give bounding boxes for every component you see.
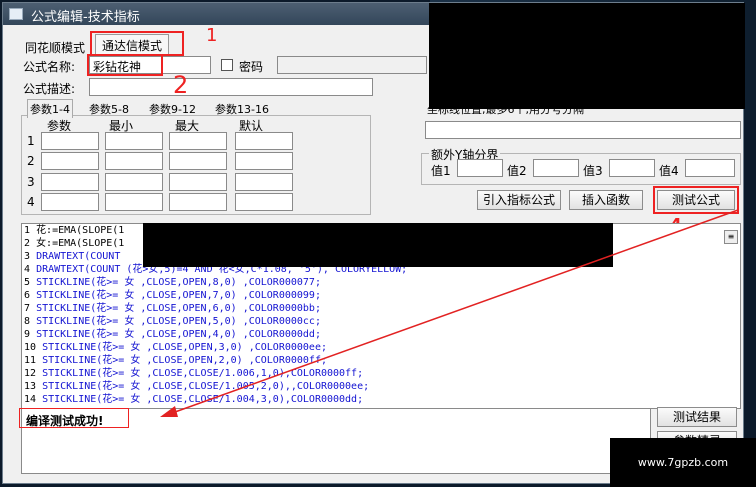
code-line: 10 STICKLINE(花>= 女 ,CLOSE,OPEN,3,0) ,COL…	[24, 342, 327, 353]
code-line: 3 DRAWTEXT(COUNT	[24, 251, 121, 262]
test-result-button[interactable]: 测试结果	[657, 407, 737, 427]
param-cell[interactable]	[105, 132, 163, 150]
formula-desc-input[interactable]	[89, 78, 373, 96]
y-value-2-input[interactable]	[533, 159, 579, 177]
param-cell[interactable]	[235, 152, 293, 170]
tab-label: 参数13-16	[215, 103, 269, 116]
y-value-4-label: 值4	[659, 164, 679, 178]
y-value-3-label: 值3	[583, 164, 603, 178]
code-line: 1 花:=EMA(SLOPE(1	[24, 225, 125, 236]
param-tab-1-4[interactable]: 参数1-4	[27, 99, 73, 118]
redacted-area-top	[429, 3, 745, 109]
code-line: 12 STICKLINE(花>= 女 ,CLOSE,CLOSE/1.006,1,…	[24, 368, 364, 379]
param-tab-5-8[interactable]: 参数5-8	[87, 100, 131, 118]
tab-label: 参数9-12	[149, 103, 196, 116]
code-line: 11 STICKLINE(花>= 女 ,CLOSE,OPEN,2,0) ,COL…	[24, 355, 327, 366]
formula-name-label: 公式名称:	[23, 60, 76, 74]
code-line: 14 STICKLINE(花>= 女 ,CLOSE,CLOSE/1.004,3,…	[24, 394, 364, 405]
code-line: 13 STICKLINE(花>= 女 ,CLOSE,CLOSE/1.005,2,…	[24, 381, 370, 392]
annotation-box-1	[90, 31, 184, 56]
y-value-1-label: 值1	[431, 164, 451, 178]
code-line: 6 STICKLINE(花>= 女 ,CLOSE,OPEN,7,0) ,COLO…	[24, 290, 321, 301]
password-input[interactable]	[277, 56, 427, 74]
app-icon	[9, 8, 23, 20]
param-cell[interactable]	[41, 152, 99, 170]
insert-function-button[interactable]: 插入函数	[569, 190, 643, 210]
param-cell[interactable]	[169, 152, 227, 170]
password-checkbox[interactable]	[221, 59, 233, 71]
param-cell[interactable]	[169, 173, 227, 191]
param-cell[interactable]	[41, 193, 99, 211]
param-cell[interactable]	[105, 193, 163, 211]
param-cell[interactable]	[41, 132, 99, 150]
import-formula-button[interactable]: 引入指标公式	[477, 190, 561, 210]
tab-label: 同花顺模式	[25, 41, 86, 55]
code-line: 8 STICKLINE(花>= 女 ,CLOSE,OPEN,5,0) ,COLO…	[24, 316, 321, 327]
param-cell[interactable]	[235, 193, 293, 211]
annotation-number-1: 1	[206, 25, 218, 46]
tab-label: 参数5-8	[89, 103, 129, 116]
y-value-3-input[interactable]	[609, 159, 655, 177]
redacted-code-area	[143, 223, 613, 267]
y-value-1-input[interactable]	[457, 159, 503, 177]
param-row-number: 2	[27, 154, 35, 168]
formula-desc-label: 公式描述:	[23, 82, 76, 96]
param-cell[interactable]	[105, 152, 163, 170]
param-cell[interactable]	[41, 173, 99, 191]
param-cell[interactable]	[169, 132, 227, 150]
param-row-number: 4	[27, 195, 35, 209]
password-label: 密码	[239, 60, 264, 74]
annotation-number-2: 2	[173, 71, 189, 99]
param-cell[interactable]	[235, 173, 293, 191]
param-tab-13-16[interactable]: 参数13-16	[213, 100, 271, 118]
code-line: 2 女:=EMA(SLOPE(1	[24, 238, 125, 249]
param-cell[interactable]	[105, 173, 163, 191]
param-row-number: 3	[27, 175, 35, 189]
tab-tonghuashun-mode[interactable]: 同花顺模式	[19, 37, 91, 57]
watermark: www.7gpzb.com	[610, 438, 756, 487]
y-value-4-input[interactable]	[685, 159, 735, 177]
editor-menu-icon[interactable]: ≡	[724, 230, 738, 244]
code-line: 5 STICKLINE(花>= 女 ,CLOSE,OPEN,8,0) ,COLO…	[24, 277, 321, 288]
axis-line-input[interactable]	[425, 121, 741, 139]
tab-label: 参数1-4	[30, 103, 70, 116]
code-line: 9 STICKLINE(花>= 女 ,CLOSE,OPEN,4,0) ,COLO…	[24, 329, 321, 340]
window-title: 公式编辑-技术指标	[31, 10, 140, 25]
param-cell[interactable]	[169, 193, 227, 211]
param-tab-9-12[interactable]: 参数9-12	[147, 100, 198, 118]
y-value-2-label: 值2	[507, 164, 527, 178]
formula-editor-window: 公式编辑-技术指标 同花顺模式 通达信模式 1 公式名称: 彩钻花神 密码 公式…	[2, 2, 745, 484]
axis-line-label: 坐标线位置,最多6个,用分号分隔	[427, 107, 584, 116]
param-cell[interactable]	[235, 132, 293, 150]
annotation-box-4	[653, 186, 739, 214]
param-row-number: 1	[27, 134, 35, 148]
annotation-box-2	[87, 54, 163, 76]
annotation-box-3	[19, 408, 129, 428]
code-line: 7 STICKLINE(花>= 女 ,CLOSE,OPEN,6,0) ,COLO…	[24, 303, 321, 314]
